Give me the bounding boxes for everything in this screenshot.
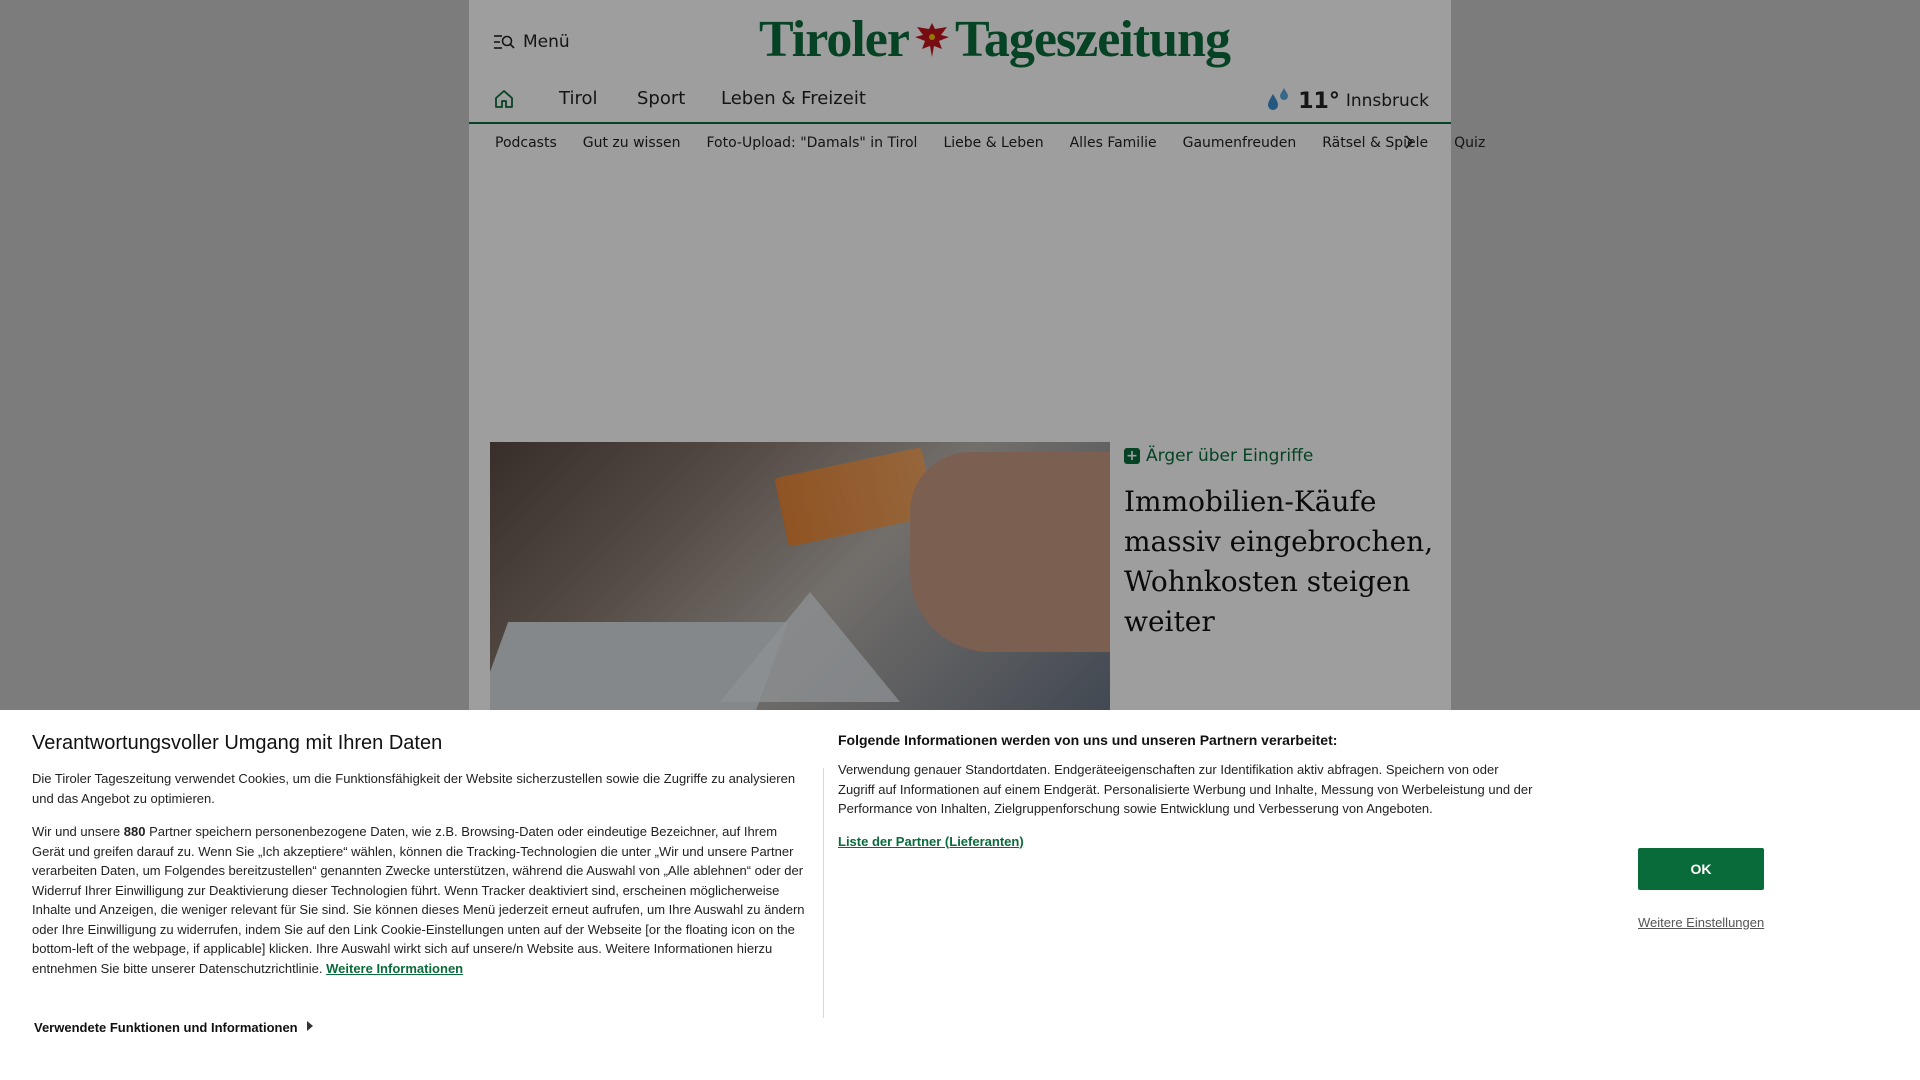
caret-right-icon [306, 1020, 314, 1035]
more-settings-link[interactable]: Weitere Einstellungen [1638, 915, 1764, 930]
functions-label: Verwendete Funktionen und Informationen [34, 1020, 298, 1035]
ok-button[interactable]: OK [1638, 848, 1764, 890]
partner-list-link[interactable]: Liste der Partner (Lieferanten) [838, 834, 1024, 849]
consent-info-title: Folgende Informationen werden von uns un… [838, 732, 1338, 748]
consent-body: Wir und unsere 880 Partner speichern per… [32, 822, 812, 978]
partner-count: 880 [123, 824, 146, 839]
functions-toggle[interactable]: Verwendete Funktionen und Informationen [34, 1020, 314, 1035]
consent-title: Verantwortungsvoller Umgang mit Ihren Da… [32, 732, 443, 754]
consent-left-column: Verantwortungsvoller Umgang mit Ihren Da… [32, 732, 812, 992]
more-info-link[interactable]: Weitere Informationen [326, 961, 463, 976]
consent-intro: Die Tiroler Tageszeitung verwendet Cooki… [32, 771, 796, 806]
consent-info-text: Verwendung genauer Standortdaten. Endger… [838, 762, 1533, 816]
consent-info-column: Folgende Informationen werden von uns un… [838, 732, 1538, 851]
consent-banner: Verantwortungsvoller Umgang mit Ihren Da… [0, 710, 1920, 1080]
consent-divider [823, 768, 824, 1018]
page-dim-overlay [0, 0, 1920, 710]
consent-body-post: Partner speichern personenbezogene Daten… [32, 824, 805, 976]
consent-body-pre: Wir und unsere [32, 824, 124, 839]
